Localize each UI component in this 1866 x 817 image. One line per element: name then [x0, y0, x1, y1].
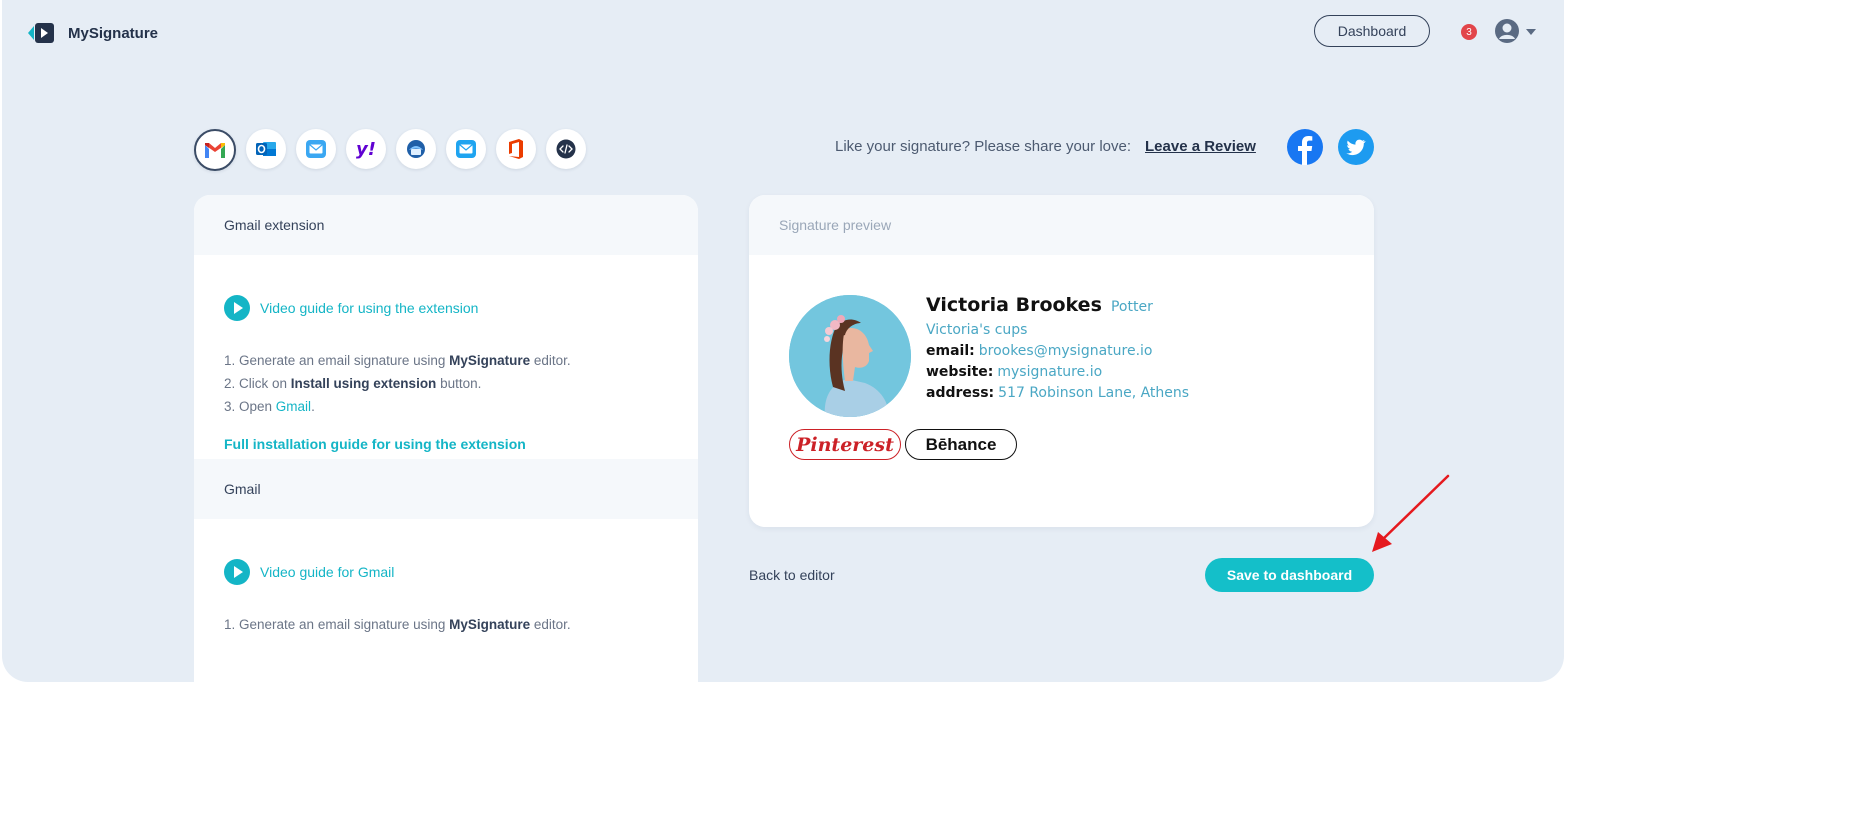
thunderbird-icon[interactable]	[396, 129, 436, 169]
signature-name: Victoria Brookes	[926, 294, 1102, 316]
facebook-icon[interactable]	[1287, 129, 1323, 170]
chevron-down-icon[interactable]	[1526, 29, 1536, 35]
share-prompt: Like your signature? Please share your l…	[835, 138, 1132, 155]
signature-address-row: address: 517 Robinson Lane, Athens	[926, 385, 1190, 401]
extension-steps: 1. Generate an email signature using MyS…	[224, 349, 668, 418]
gmail-section: Video guide for Gmail 1. Generate an ema…	[194, 519, 698, 682]
html-code-icon[interactable]	[546, 129, 586, 169]
outlook-icon[interactable]	[246, 129, 286, 169]
gmail-steps: 1. Generate an email signature using MyS…	[224, 613, 668, 636]
step-2: 2. Click on Install using extension butt…	[224, 376, 482, 391]
leave-review-link[interactable]: Leave a Review	[1145, 138, 1256, 155]
section-title-gmail-extension: Gmail extension	[194, 195, 698, 255]
signature-website-row: website: mysignature.io	[926, 364, 1103, 380]
profile-photo	[789, 295, 911, 417]
app-name: MySignature	[68, 24, 159, 42]
back-to-editor-link[interactable]: Back to editor	[749, 567, 835, 583]
yahoo-icon[interactable]: y!	[346, 129, 386, 169]
app-window: MySignature Dashboard 3 y! Like your sig…	[2, 0, 1564, 682]
video-guide-extension-link[interactable]: Video guide for using the extension	[224, 295, 668, 321]
signature-preview-panel: Signature preview Victoria Brookes Potte…	[749, 195, 1374, 527]
signature-address: 517 Robinson Lane, Athens	[998, 385, 1190, 401]
notification-badge[interactable]: 3	[1461, 24, 1477, 40]
pinterest-badge[interactable]: Pinterest	[789, 429, 901, 460]
gmail-link[interactable]: Gmail	[276, 399, 311, 414]
step-1: 1. Generate an email signature using MyS…	[224, 617, 571, 632]
step-3: 3. Open Gmail.	[224, 399, 315, 414]
play-icon	[224, 295, 250, 321]
email-client-selector: y!	[194, 129, 586, 171]
gmail-icon[interactable]	[194, 129, 236, 171]
video-guide-extension-label: Video guide for using the extension	[260, 300, 479, 316]
mail-app-icon[interactable]	[446, 129, 486, 169]
installation-guide-panel: Gmail extension Video guide for using th…	[194, 195, 698, 682]
twitter-icon[interactable]	[1338, 129, 1374, 170]
user-avatar-icon[interactable]	[1494, 18, 1520, 44]
apple-mail-icon[interactable]	[296, 129, 336, 169]
section-title-gmail: Gmail	[194, 459, 698, 519]
save-to-dashboard-button[interactable]: Save to dashboard	[1205, 558, 1374, 592]
video-guide-gmail-label: Video guide for Gmail	[260, 564, 395, 580]
mysignature-logo-icon	[28, 22, 56, 44]
signature-company: Victoria's cups	[926, 322, 1028, 338]
video-guide-gmail-link[interactable]: Video guide for Gmail	[224, 559, 668, 585]
step-1: 1. Generate an email signature using MyS…	[224, 353, 571, 368]
annotation-arrow-icon	[1364, 472, 1454, 563]
signature-website[interactable]: mysignature.io	[997, 364, 1102, 380]
signature-role: Potter	[1110, 299, 1153, 315]
social-badges: Pinterest Bēhance	[789, 429, 1017, 460]
play-icon	[224, 559, 250, 585]
full-installation-guide-link[interactable]: Full installation guide for using the ex…	[224, 436, 668, 452]
signature-email[interactable]: brookes@mysignature.io	[979, 343, 1153, 359]
gmail-extension-section: Video guide for using the extension 1. G…	[194, 255, 698, 459]
signature-details: Victoria Brookes Potter Victoria's cups …	[926, 294, 1326, 401]
signature-email-row: email: brookes@mysignature.io	[926, 343, 1153, 359]
behance-badge[interactable]: Bēhance	[905, 429, 1017, 460]
dashboard-button[interactable]: Dashboard	[1314, 15, 1430, 47]
app-logo[interactable]: MySignature	[28, 22, 158, 44]
preview-title: Signature preview	[749, 195, 1374, 255]
office365-icon[interactable]	[496, 129, 536, 169]
